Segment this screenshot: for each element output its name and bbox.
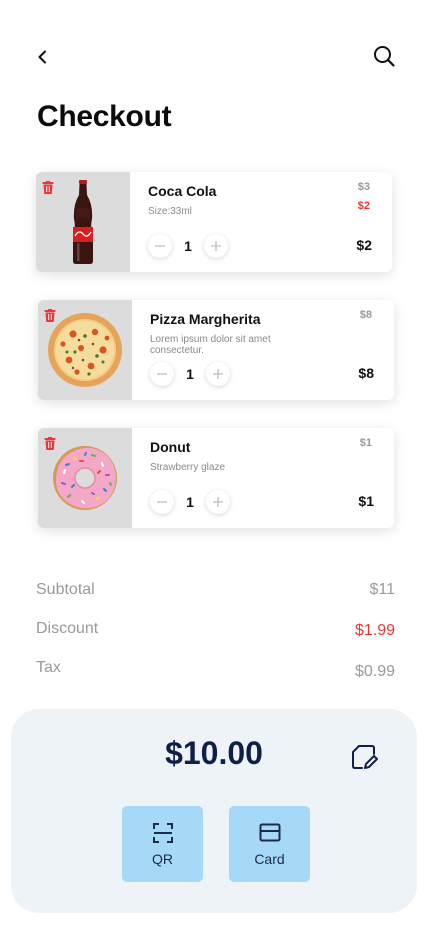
minus-icon: [155, 245, 165, 247]
qr-label: QR: [152, 851, 173, 867]
tax-label: Tax: [36, 659, 61, 676]
discount-row: Discount $1.99: [36, 620, 395, 642]
donut-image: [53, 446, 117, 510]
cart-item-donut: Donut Strawberry glaze $1 1 $1: [38, 428, 394, 528]
subtotal-row: Subtotal $11: [36, 581, 395, 603]
minus-icon: [157, 373, 167, 375]
decrease-quantity-button[interactable]: [150, 490, 174, 514]
item-description: Strawberry glaze: [150, 462, 226, 473]
card-pay-button[interactable]: Card: [229, 806, 310, 882]
chevron-left-icon: [38, 50, 46, 64]
trash-icon: [42, 181, 54, 194]
delete-item-button[interactable]: [42, 181, 54, 194]
decrease-quantity-button[interactable]: [148, 234, 172, 258]
decrease-quantity-button[interactable]: [150, 362, 174, 386]
card-label: Card: [254, 851, 285, 867]
edit-note-icon: [352, 745, 378, 769]
plus-icon: [213, 497, 223, 507]
increase-quantity-button[interactable]: [206, 490, 230, 514]
page-title: Checkout: [37, 100, 172, 133]
delete-item-button[interactable]: [44, 437, 56, 450]
payment-panel: $10.00 QR Card: [11, 709, 417, 913]
discount-label: Discount: [36, 620, 99, 637]
increase-quantity-button[interactable]: [204, 234, 228, 258]
item-description: Size:33ml: [148, 206, 192, 217]
quantity-stepper: 1: [148, 234, 228, 258]
tax-row: Tax $0.99: [36, 659, 395, 681]
item-old-price: $8: [359, 309, 372, 321]
increase-quantity-button[interactable]: [206, 362, 230, 386]
trash-icon: [44, 437, 56, 450]
item-discount-price: $2: [357, 200, 370, 212]
item-name: Pizza Margherita: [150, 311, 261, 327]
item-price: $2: [356, 237, 372, 253]
item-quantity: 1: [184, 238, 192, 254]
plus-icon: [211, 241, 221, 251]
qr-scan-icon: [152, 823, 173, 843]
credit-card-icon: [259, 823, 280, 842]
coca-cola-bottle-image: [73, 180, 93, 264]
item-quantity: 1: [186, 494, 194, 510]
item-old-price: $1: [359, 437, 372, 449]
item-price: $8: [358, 365, 374, 381]
item-name: Donut: [150, 439, 191, 455]
item-description: Lorem ipsum dolor sit amet consectetur.: [150, 334, 271, 356]
subtotal-label: Subtotal: [36, 581, 95, 598]
discount-value: $1.99: [354, 622, 395, 639]
edit-order-button[interactable]: [350, 743, 378, 771]
back-button[interactable]: [32, 46, 54, 68]
subtotal-value: $11: [369, 581, 395, 598]
qr-pay-button[interactable]: QR: [122, 806, 203, 882]
item-price: $1: [358, 493, 374, 509]
cart-item-pizza-margherita: Pizza Margherita Lorem ipsum dolor sit a…: [38, 300, 394, 400]
trash-icon: [44, 309, 56, 322]
cart-item-coca-cola: Coca Cola Size:33ml $3 $2 1 $2: [36, 172, 392, 272]
search-button[interactable]: [372, 44, 396, 68]
delete-item-button[interactable]: [44, 309, 56, 322]
pizza-image: [48, 313, 122, 387]
quantity-stepper: 1: [150, 490, 230, 514]
item-name: Coca Cola: [148, 183, 217, 199]
quantity-stepper: 1: [150, 362, 230, 386]
minus-icon: [157, 501, 167, 503]
top-bar: [0, 0, 428, 100]
item-old-price: $3: [357, 181, 370, 193]
plus-icon: [213, 369, 223, 379]
search-icon: [374, 46, 395, 67]
tax-value: $0.99: [354, 663, 395, 680]
item-quantity: 1: [186, 366, 194, 382]
